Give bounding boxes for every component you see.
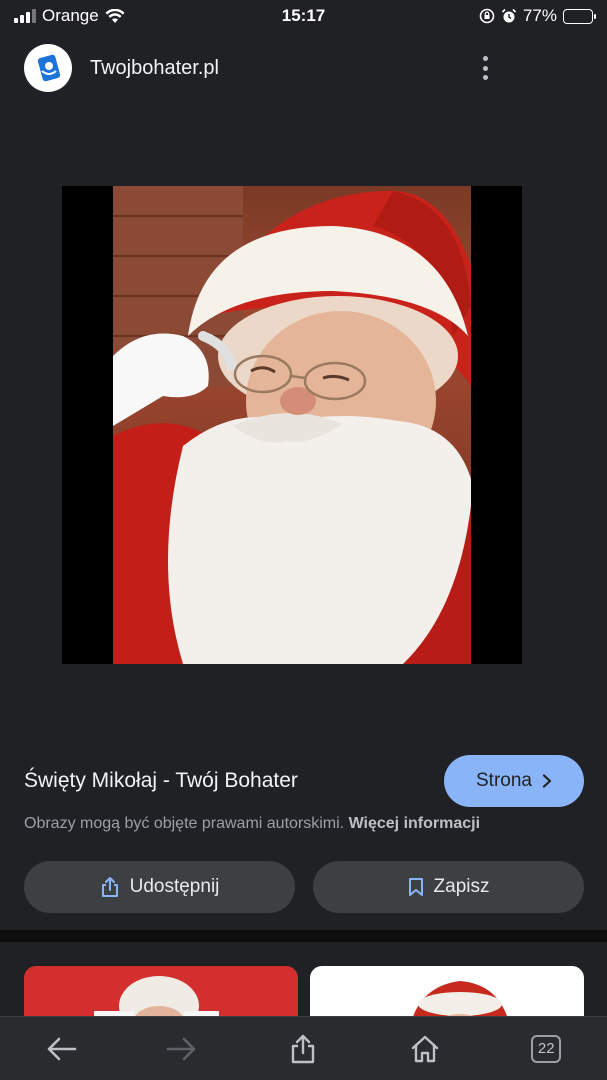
- tabs-count: 22: [537, 1040, 555, 1057]
- tabs-button[interactable]: 22: [516, 1024, 576, 1074]
- share-button[interactable]: Udostępnij: [24, 861, 295, 913]
- save-label: Zapisz: [433, 876, 490, 897]
- battery-icon: [563, 8, 596, 24]
- tabs-icon: 22: [531, 1034, 562, 1063]
- status-right: 77%: [479, 6, 596, 26]
- action-row: Udostępnij Zapisz: [24, 861, 584, 913]
- home-icon: [411, 1035, 439, 1062]
- back-arrow-icon: [47, 1037, 76, 1060]
- save-button[interactable]: Zapisz: [313, 861, 584, 913]
- toolbar-share-button[interactable]: [273, 1024, 333, 1074]
- wifi-icon: [105, 8, 125, 23]
- forward-button[interactable]: [152, 1024, 212, 1074]
- share-icon: [101, 877, 118, 897]
- copyright-text: Obrazy mogą być objęte prawami autorskim…: [24, 815, 345, 832]
- santa-photo: [113, 186, 471, 664]
- forward-arrow-icon: [166, 1037, 196, 1060]
- orientation-lock-icon: [479, 8, 495, 24]
- browser-toolbar: 22: [0, 1016, 607, 1080]
- page-title: Święty Mikołaj - Twój Bohater: [24, 769, 298, 792]
- home-button[interactable]: [395, 1024, 455, 1074]
- alarm-icon: [501, 8, 517, 23]
- chevron-right-icon: [542, 774, 552, 788]
- section-divider: [0, 930, 607, 942]
- image-preview[interactable]: [62, 186, 522, 664]
- site-logo-icon[interactable]: [24, 44, 72, 92]
- santa-illustration: [113, 186, 471, 664]
- site-header: Twojbohater.pl: [0, 40, 607, 96]
- more-info-link[interactable]: Więcej informacji: [349, 815, 480, 832]
- visit-site-button[interactable]: Strona: [444, 755, 584, 807]
- share-icon: [292, 1034, 315, 1063]
- bookmark-icon: [408, 878, 423, 896]
- phone-hero-icon: [37, 54, 61, 82]
- copyright-notice: Obrazy mogą być objęte prawami autorskim…: [24, 815, 480, 833]
- visit-site-label: Strona: [476, 770, 532, 791]
- site-name[interactable]: Twojbohater.pl: [90, 57, 219, 80]
- status-left: Orange: [14, 6, 125, 26]
- battery-percent: 77%: [522, 6, 557, 25]
- result-title-row: Święty Mikołaj - Twój Bohater Strona: [24, 755, 584, 807]
- more-options-icon[interactable]: [473, 54, 497, 82]
- signal-icon: [14, 9, 36, 23]
- status-bar: Orange 15:17 77%: [0, 0, 607, 32]
- back-button[interactable]: [31, 1024, 91, 1074]
- share-label: Udostępnij: [129, 876, 220, 897]
- carrier-label: Orange: [42, 6, 99, 25]
